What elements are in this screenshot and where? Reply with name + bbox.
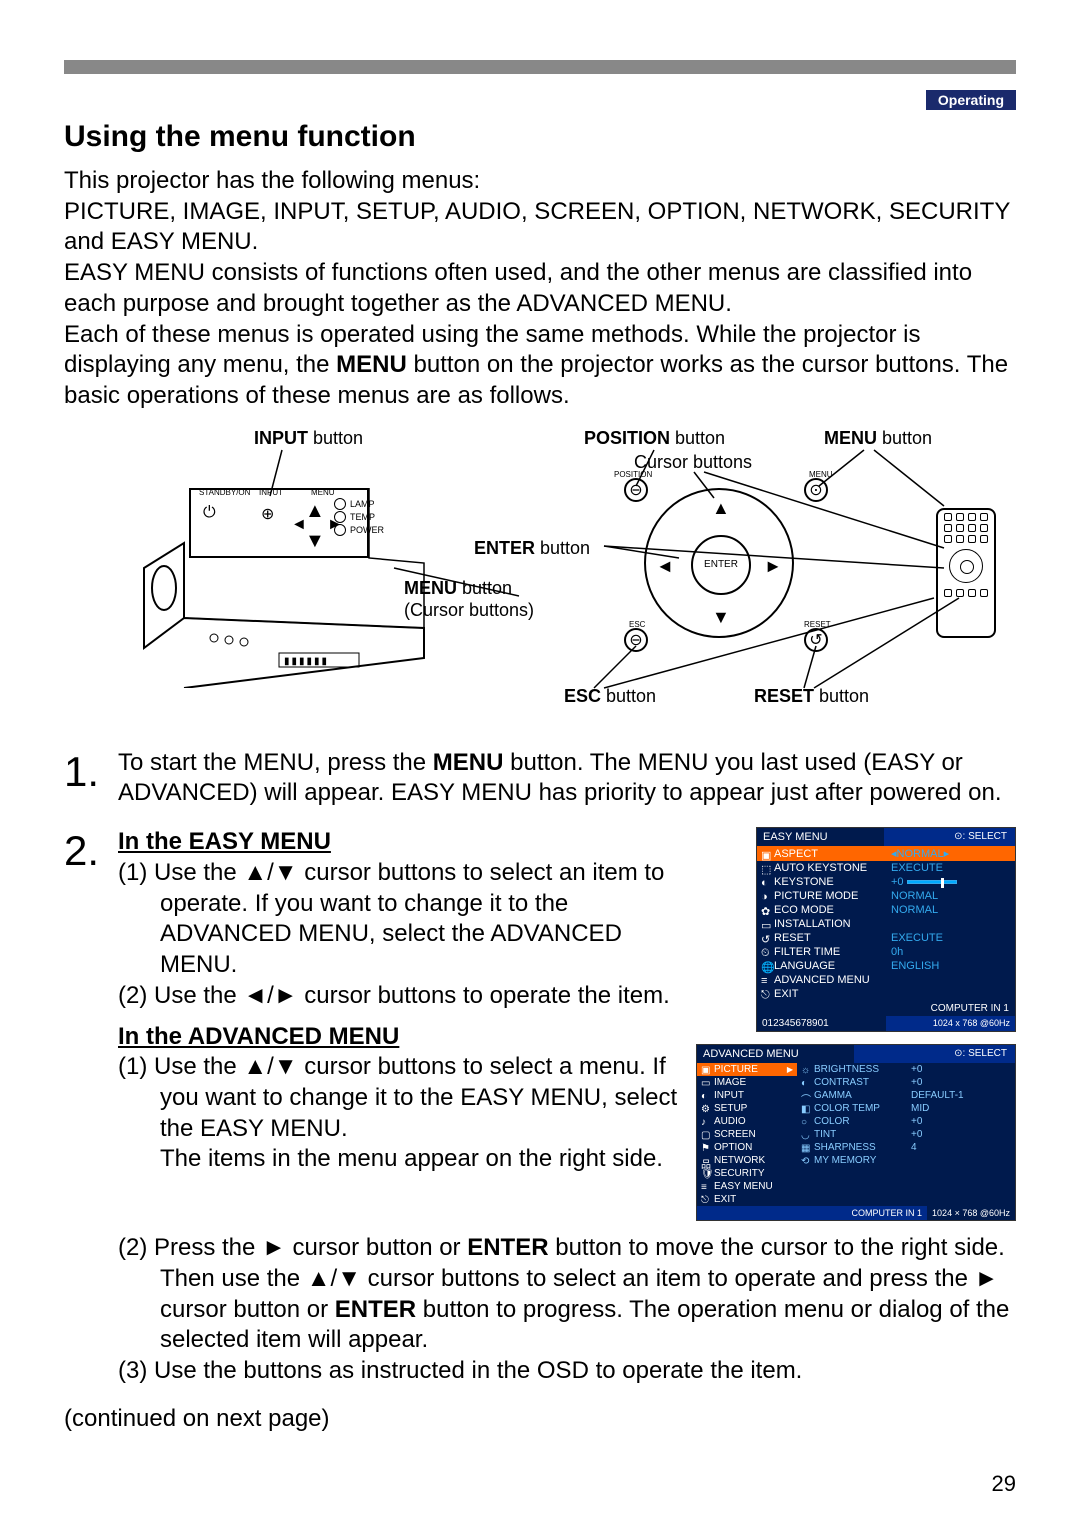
dpad-position-label: POSITION <box>614 470 652 479</box>
dpad-esc-label: ESC <box>629 620 645 629</box>
intro-p3: EASY MENU consists of functions often us… <box>64 258 1016 319</box>
adv-menu-left-row: ⚙SETUP <box>697 1102 797 1115</box>
adv-menu-item-row: ◐CONTRAST <box>797 1076 907 1089</box>
enter-button-label: ENTER button <box>474 538 590 559</box>
section-badge: Operating <box>926 90 1016 110</box>
menu-button-label: MENU button <box>824 428 932 449</box>
easy-menu-row: ⎋EXIT <box>757 987 1015 1001</box>
adv-menu-item-row: ○COLOR <box>797 1115 907 1128</box>
adv-menu-value: +0 <box>907 1115 1015 1128</box>
page-title: Using the menu function <box>64 120 1016 154</box>
step-number-2: 2. <box>64 827 114 1387</box>
adv-menu-value: MID <box>907 1102 1015 1115</box>
reset-corner: ↺ <box>804 628 828 652</box>
advanced-menu-heading: In the ADVANCED MENU <box>118 1022 686 1053</box>
adv-menu-left-row: ≡EASY MENU <box>697 1180 797 1193</box>
adv-menu-value <box>907 1154 1015 1156</box>
esc-corner: ⊖ <box>624 628 648 652</box>
adv-menu-left-row: ⎋EXIT <box>697 1193 797 1206</box>
adv-menu-item-row: ⌒GAMMA <box>797 1089 907 1102</box>
easy-menu-row: ≡ADVANCED MENU <box>757 973 1015 987</box>
easy-menu-row: ✿ECO MODENORMAL <box>757 903 1015 917</box>
esc-button-label: ESC button <box>564 686 656 707</box>
easy-menu-row: ▭INSTALLATION <box>757 917 1015 931</box>
easy-menu-screenshot: EASY MENU ⊙: SELECT ▣ASPECT◂NORMAL▸⬚AUTO… <box>756 827 1016 1032</box>
step2-sub2: (2) Use the ◄/► cursor buttons to operat… <box>160 981 686 1012</box>
adv-menu-value: +0 <box>907 1128 1015 1141</box>
adv-menu-left-row: 🛡SECURITY <box>697 1167 797 1180</box>
advanced-menu-screenshot: ADVANCED MENU ⊙: SELECT ▣PICTURE▭IMAGE◐I… <box>696 1044 1016 1221</box>
easy-menu-row: ↺RESETEXECUTE <box>757 931 1015 945</box>
projector-body: ▮▮▮▮▮▮ <box>134 488 454 688</box>
adv-menu-item-row: ⟲MY MEMORY <box>797 1154 907 1167</box>
adv-menu-left-row: 品NETWORK <box>697 1154 797 1167</box>
step-2: 2. In the EASY MENU (1) Use the ▲/▼ curs… <box>64 827 1016 1387</box>
position-button-label: POSITION button <box>584 428 725 449</box>
input-button-label: INPUT button <box>254 428 363 449</box>
adv-menu-item-row: ◡TINT <box>797 1128 907 1141</box>
svg-text:▮▮▮▮▮▮: ▮▮▮▮▮▮ <box>284 656 329 667</box>
easy-menu-row: ⬚AUTO KEYSTONEEXECUTE <box>757 861 1015 875</box>
adv-menu-left-row: ▭IMAGE <box>697 1076 797 1089</box>
easy-menu-row: ◑PICTURE MODENORMAL <box>757 889 1015 903</box>
step2-adv-sub1b: The items in the menu appear on the righ… <box>160 1144 686 1175</box>
easy-menu-heading: In the EASY MENU <box>118 827 686 858</box>
easy-footer-res: 1024 x 768 @60Hz <box>886 1016 1015 1031</box>
diagram: INPUT button POSITION button MENU button… <box>64 428 1016 718</box>
dpad-menu-label: MENU <box>809 470 833 479</box>
step-1: 1. To start the MENU, press the MENU but… <box>64 748 1016 809</box>
adv-menu-left-row: ⚑OPTION <box>697 1141 797 1154</box>
adv-menu-left-row: ◐INPUT <box>697 1089 797 1102</box>
easy-menu-row: ▣ASPECT◂NORMAL▸ <box>757 846 1015 861</box>
adv-menu-item-row: ☼BRIGHTNESS <box>797 1063 907 1076</box>
page-number: 29 <box>992 1471 1016 1497</box>
adv-menu-item-row: ◧COLOR TEMP <box>797 1102 907 1115</box>
adv-menu-left-row: ▢SCREEN <box>697 1128 797 1141</box>
step-number-1: 1. <box>64 748 114 809</box>
adv-menu-value: 4 <box>907 1141 1015 1154</box>
adv-menu-value: +0 <box>907 1076 1015 1089</box>
step2-adv-sub3: (3) Use the buttons as instructed in the… <box>160 1356 1016 1387</box>
continued-note: (continued on next page) <box>64 1405 1016 1433</box>
intro-p1: This projector has the following menus: <box>64 166 1016 197</box>
step2-adv-sub1a: (1) Use the ▲/▼ cursor buttons to select… <box>160 1052 686 1144</box>
easy-footer-sn: 012345678901 <box>757 1016 886 1031</box>
intro-p2: PICTURE, IMAGE, INPUT, SETUP, AUDIO, SCR… <box>64 197 1016 258</box>
step2-sub1: (1) Use the ▲/▼ cursor buttons to select… <box>160 858 686 981</box>
adv-footer-src: COMPUTER IN 1 <box>847 1206 928 1220</box>
easy-footer-src: COMPUTER IN 1 <box>757 1001 1015 1016</box>
easy-menu-row: ◐KEYSTONE+0 <box>757 875 1015 889</box>
intro-block: This projector has the following menus: … <box>64 166 1016 412</box>
adv-menu-value: +0 <box>907 1063 1015 1076</box>
adv-menu-value: DEFAULT-1 <box>907 1089 1015 1102</box>
reset-button-label: RESET button <box>754 686 869 707</box>
projector-illustration: STANDBY/ON INPUT MENU ⏻ ⊕ ▲ ▼ ◄ ► LAMP T… <box>134 488 464 678</box>
top-bar <box>64 60 1016 74</box>
adv-menu-item-row: ▦SHARPNESS <box>797 1141 907 1154</box>
enter-center: ENTER <box>691 535 751 595</box>
menu-corner: ⊙ <box>804 478 828 502</box>
position-corner: ⊖ <box>624 478 648 502</box>
adv-menu-left-row: ▣PICTURE <box>697 1063 797 1076</box>
remote-illustration <box>936 508 996 638</box>
adv-footer-res: 1024 × 768 @60Hz <box>927 1206 1015 1220</box>
easy-menu-row: 🌐LANGUAGEENGLISH <box>757 959 1015 973</box>
intro-p4: Each of these menus is operated using th… <box>64 320 1016 412</box>
dpad-reset-label: RESET <box>804 620 831 629</box>
easy-menu-row: ⏲FILTER TIME0h <box>757 945 1015 959</box>
adv-menu-left-row: ♪AUDIO <box>697 1115 797 1128</box>
step2-adv-sub2: (2) Press the ► cursor button or ENTER b… <box>160 1233 1016 1356</box>
remote-dpad: ENTER ▲ ▼ ◄ ► <box>644 488 794 638</box>
